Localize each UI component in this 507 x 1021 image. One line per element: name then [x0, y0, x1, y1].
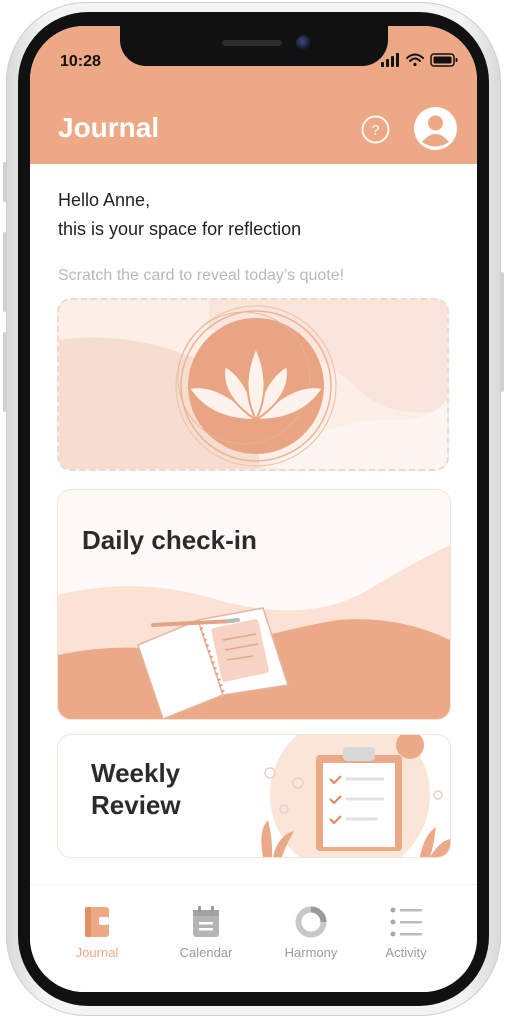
daily-checkin-title: Daily check-in	[82, 525, 257, 555]
tab-harmony[interactable]: Harmony	[266, 905, 356, 960]
weekly-review-card[interactable]: Weekly Review	[57, 734, 451, 858]
scratch-card[interactable]	[57, 298, 449, 471]
volume-down-button	[3, 332, 7, 412]
scratch-hint: Scratch the card to reveal today’s quote…	[58, 267, 345, 284]
greeting-line-2: this is your space for reflection	[58, 219, 302, 239]
speaker-grille	[222, 40, 282, 46]
wifi-icon	[406, 53, 424, 67]
tab-activity[interactable]: Activity	[361, 905, 451, 960]
harmony-ring-icon	[266, 905, 356, 939]
greeting-line-1: Hello Anne,	[58, 190, 151, 210]
clipboard-illustration	[316, 747, 402, 851]
tab-harmony-label: Harmony	[284, 945, 338, 960]
tab-activity-label: Activity	[385, 945, 427, 960]
volume-up-button	[3, 232, 7, 312]
daily-checkin-card[interactable]: Daily check-in	[57, 489, 451, 720]
weekly-review-title-line-1: Weekly	[91, 758, 181, 788]
help-icon[interactable]: ?	[361, 115, 390, 144]
tab-journal-label: Journal	[75, 945, 119, 960]
calendar-icon	[161, 905, 251, 939]
svg-text:?: ?	[372, 122, 380, 138]
tab-calendar[interactable]: Calendar	[161, 905, 251, 960]
mute-switch	[3, 162, 7, 202]
user-avatar-icon[interactable]	[414, 107, 457, 150]
activity-list-icon	[361, 905, 451, 939]
phone-notch	[120, 26, 388, 66]
tab-calendar-label: Calendar	[179, 945, 233, 960]
signal-icon	[381, 53, 399, 67]
front-camera	[296, 35, 312, 51]
tab-journal[interactable]: Journal	[52, 905, 142, 960]
app-header: 10:28 Journal ?	[30, 26, 477, 164]
battery-icon	[430, 53, 458, 67]
bottom-tab-bar: Journal Calendar Harmony Activity	[30, 884, 477, 992]
journal-icon	[52, 905, 142, 939]
power-button	[500, 272, 504, 392]
status-icons	[381, 52, 459, 68]
page-title: Journal	[58, 112, 160, 143]
weekly-review-title-line-2: Review	[91, 790, 181, 820]
app-screen: 10:28 Journal ? Hello Anne, this is your…	[30, 26, 477, 992]
status-time: 10:28	[60, 53, 101, 70]
